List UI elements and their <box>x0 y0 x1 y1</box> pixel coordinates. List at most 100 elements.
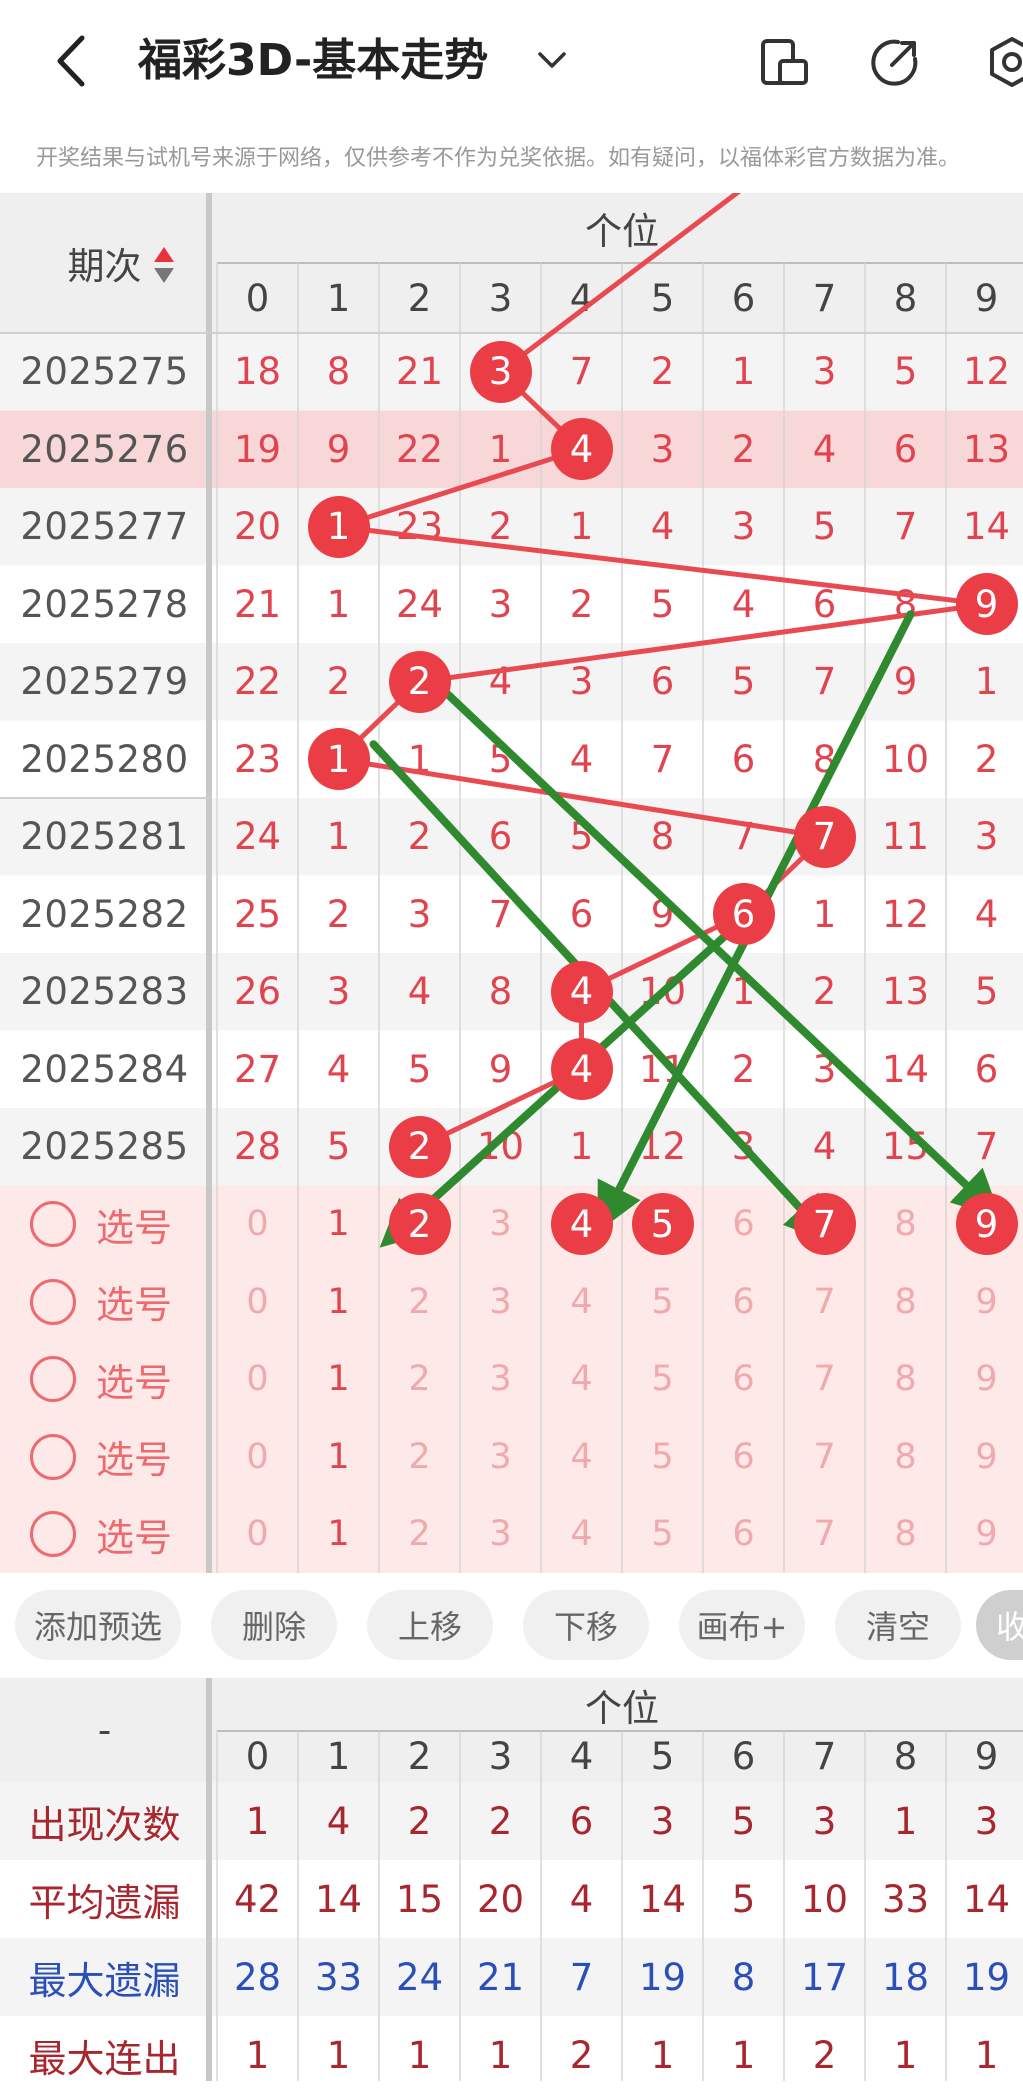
stats-value-cell: 7 <box>569 1955 594 1999</box>
miss-count-cell: 24 <box>233 815 282 859</box>
period-cell: 2025278 <box>20 582 189 626</box>
miss-count-cell: 8 <box>650 815 675 859</box>
miss-count-cell: 10 <box>476 1125 525 1169</box>
miss-count-cell: 4 <box>812 1125 837 1169</box>
selectable-digit[interactable]: 6 <box>703 1496 784 1574</box>
selectable-digit[interactable]: 8 <box>865 1496 946 1574</box>
selectable-digit[interactable]: 1 <box>298 1496 379 1574</box>
back-button[interactable] <box>48 30 96 92</box>
miss-count-cell: 1 <box>326 582 351 626</box>
select-row-label[interactable]: 选号 <box>96 1186 196 1264</box>
selectable-digit[interactable]: 0 <box>217 1418 298 1496</box>
selectable-digit[interactable]: 1 <box>298 1263 379 1341</box>
selectable-digit[interactable]: 3 <box>460 1263 541 1341</box>
stats-value-cell: 18 <box>881 1955 930 1999</box>
selectable-digit[interactable]: 0 <box>217 1496 298 1574</box>
selectable-digit[interactable]: 9 <box>946 1263 1023 1341</box>
miss-count-cell: 10 <box>638 970 687 1014</box>
selectable-digit[interactable]: 6 <box>703 1341 784 1419</box>
select-row-label[interactable]: 选号 <box>96 1341 196 1419</box>
selectable-digit[interactable]: 7 <box>784 1418 865 1496</box>
selectable-digit[interactable]: 6 <box>703 1186 784 1264</box>
collapse-button[interactable]: 收 <box>976 1590 1023 1660</box>
selectable-digit[interactable]: 5 <box>622 1418 703 1496</box>
miss-count-cell: 3 <box>731 1125 756 1169</box>
selected-digit-ball[interactable]: 5 <box>631 1193 694 1256</box>
selectable-digit[interactable]: 1 <box>298 1418 379 1496</box>
selectable-digit[interactable]: 1 <box>298 1341 379 1419</box>
move-up-button[interactable]: 上移 <box>367 1590 493 1660</box>
selectable-digit[interactable]: 5 <box>622 1496 703 1574</box>
sort-toggle-icon[interactable] <box>153 245 175 285</box>
stats-value-cell: 2 <box>569 2033 594 2077</box>
selectable-digit[interactable]: 3 <box>460 1341 541 1419</box>
period-header[interactable]: 期次 <box>0 193 249 333</box>
period-cell: 2025284 <box>20 1047 189 1091</box>
selected-digit-ball[interactable]: 9 <box>955 1193 1018 1256</box>
settings-gear-icon[interactable] <box>985 35 1023 89</box>
miss-count-cell: 19 <box>233 427 282 471</box>
miss-count-cell: 7 <box>569 350 594 394</box>
landscape-rotate-icon[interactable] <box>758 35 812 89</box>
selectable-digit[interactable]: 6 <box>703 1263 784 1341</box>
selectable-digit[interactable]: 7 <box>784 1263 865 1341</box>
selectable-digit[interactable]: 7 <box>784 1341 865 1419</box>
disclaimer-notice: 开奖结果与试机号来源于网络，仅供参考不作为兑奖依据。如有疑问，以福体彩官方数据为… <box>36 146 961 171</box>
selectable-digit[interactable]: 8 <box>865 1263 946 1341</box>
move-down-button[interactable]: 下移 <box>523 1590 649 1660</box>
select-row-radio[interactable] <box>30 1433 76 1480</box>
stats-value-cell: 3 <box>650 1799 675 1843</box>
miss-count-cell: 4 <box>488 660 513 704</box>
selectable-digit[interactable]: 1 <box>298 1186 379 1264</box>
selectable-digit[interactable]: 3 <box>460 1418 541 1496</box>
selectable-digit[interactable]: 5 <box>622 1341 703 1419</box>
chevron-down-icon[interactable] <box>534 42 570 78</box>
add-preselection-button[interactable]: 添加预选 <box>15 1590 181 1660</box>
selectable-digit[interactable]: 9 <box>946 1496 1023 1574</box>
stats-value-cell: 28 <box>233 1955 282 1999</box>
selectable-digit[interactable]: 0 <box>217 1186 298 1264</box>
miss-count-cell: 5 <box>326 1125 351 1169</box>
clear-button[interactable]: 清空 <box>835 1590 961 1660</box>
page-title[interactable]: 福彩3D-基本走势 <box>138 30 488 92</box>
selectable-digit[interactable]: 2 <box>379 1341 460 1419</box>
share-icon[interactable] <box>868 35 922 89</box>
selectable-digit[interactable]: 3 <box>460 1496 541 1574</box>
select-row-label[interactable]: 选号 <box>96 1418 196 1496</box>
miss-count-cell: 12 <box>881 892 930 936</box>
selectable-digit[interactable]: 7 <box>784 1496 865 1574</box>
selectable-digit[interactable]: 2 <box>379 1418 460 1496</box>
selectable-digit[interactable]: 3 <box>460 1186 541 1264</box>
selectable-digit[interactable]: 4 <box>541 1496 622 1574</box>
selectable-digit[interactable]: 2 <box>379 1496 460 1574</box>
selectable-digit[interactable]: 8 <box>865 1186 946 1264</box>
stats-digit-header: 2 <box>407 1735 432 1778</box>
canvas-plus-button[interactable]: 画布+ <box>679 1590 805 1660</box>
select-row-radio[interactable] <box>30 1356 76 1403</box>
select-row-radio[interactable] <box>30 1278 76 1325</box>
selectable-digit[interactable]: 6 <box>703 1418 784 1496</box>
select-row-label[interactable]: 选号 <box>96 1263 196 1341</box>
selectable-digit[interactable]: 5 <box>622 1263 703 1341</box>
select-row-radio[interactable] <box>30 1511 76 1558</box>
stats-value-cell: 1 <box>893 2033 918 2077</box>
selectable-digit[interactable]: 4 <box>541 1263 622 1341</box>
selectable-digit[interactable]: 8 <box>865 1418 946 1496</box>
delete-button[interactable]: 删除 <box>211 1590 337 1660</box>
selectable-digit[interactable]: 0 <box>217 1341 298 1419</box>
select-row-label[interactable]: 选号 <box>96 1496 196 1574</box>
miss-count-cell: 3 <box>812 1047 837 1091</box>
stats-value-cell: 1 <box>407 2033 432 2077</box>
selected-digit-ball[interactable]: 7 <box>793 1193 856 1256</box>
select-row-radio[interactable] <box>30 1201 76 1248</box>
hit-ball: 4 <box>550 1038 613 1101</box>
selectable-digit[interactable]: 9 <box>946 1418 1023 1496</box>
selected-digit-ball[interactable]: 2 <box>388 1193 451 1256</box>
selectable-digit[interactable]: 4 <box>541 1418 622 1496</box>
selectable-digit[interactable]: 9 <box>946 1341 1023 1419</box>
selectable-digit[interactable]: 2 <box>379 1263 460 1341</box>
selectable-digit[interactable]: 0 <box>217 1263 298 1341</box>
selectable-digit[interactable]: 8 <box>865 1341 946 1419</box>
selected-digit-ball[interactable]: 4 <box>550 1193 613 1256</box>
selectable-digit[interactable]: 4 <box>541 1341 622 1419</box>
